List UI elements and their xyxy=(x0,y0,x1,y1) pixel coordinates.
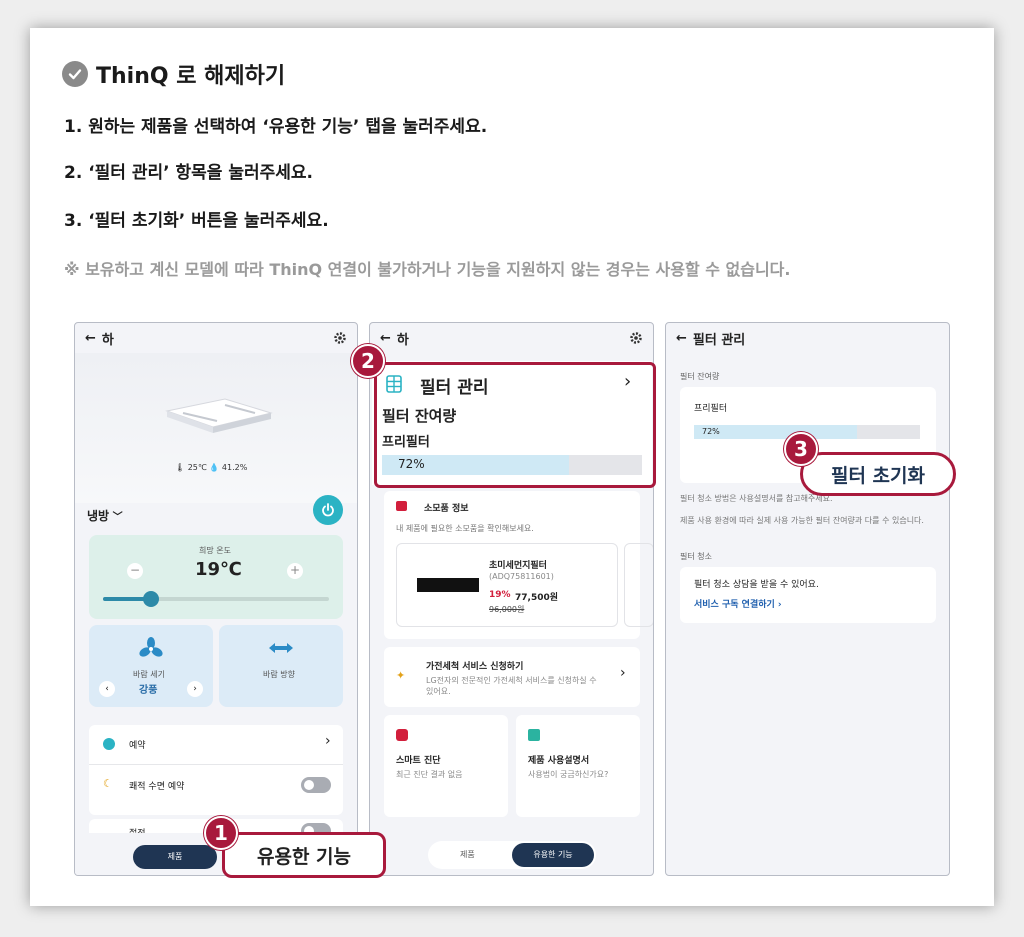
diagnosis-icon xyxy=(396,729,408,741)
moon-icon: ☾ xyxy=(103,777,113,790)
cleaning-service-card[interactable]: ✦ 가전세척 서비스 신청하기 LG전자의 전문적인 가전세척 서비스를 신청하… xyxy=(384,647,640,707)
smart-diagnosis-card[interactable]: 스마트 진단 최근 진단 결과 없음 xyxy=(384,715,508,817)
consumables-desc: 내 제품에 필요한 소모품을 확인해보세요. xyxy=(396,524,534,533)
decrease-button[interactable]: − xyxy=(127,563,143,579)
sleep-label: 쾌적 수면 예약 xyxy=(129,782,185,792)
step-1: 1. 원하는 제품을 선택하여 ‘유용한 기능’ 탭을 눌러주세요. xyxy=(64,117,488,137)
wind-strength-card[interactable]: 바람 세기 강풍 ‹ › xyxy=(89,625,213,707)
power-icon xyxy=(322,503,334,517)
next-product-item[interactable] xyxy=(624,543,653,627)
filter-percent: 72% xyxy=(702,427,720,436)
step-2: 2. ‘필터 관리’ 항목을 눌러주세요. xyxy=(64,163,314,183)
info-1: 필터 청소 방법은 사용설명서를 참고해주세요. xyxy=(680,494,833,503)
device-title: 하 xyxy=(101,332,114,348)
heading-title: ThinQ 로 해제하기 xyxy=(96,64,286,89)
sparkle-icon: ✦ xyxy=(396,669,406,682)
step-3: 3. ‘필터 초기화’ 버튼을 눌러주세요. xyxy=(64,211,329,231)
screen-filter-management: ← 필터 관리 필터 잔여량 프리필터 72% 필터 청소 방법은 사용설명서를… xyxy=(665,322,950,876)
settings-list: 예약 › ☾ 쾌적 수면 예약 xyxy=(89,725,343,815)
product-price: 77,500원 xyxy=(515,593,559,603)
reservation-row[interactable]: 예약 › xyxy=(89,725,343,765)
highlight-filter-management xyxy=(374,362,656,488)
manual-desc: 사용법이 궁금하신가요? xyxy=(528,770,609,779)
product-code: (ADQ75811601) xyxy=(489,572,554,581)
smart-desc: 최근 진단 결과 없음 xyxy=(396,770,463,779)
note: ※ 보유하고 계신 모델에 따라 ThinQ 연결이 불가하거나 기능을 지원하… xyxy=(64,260,791,279)
tab-useful-functions[interactable]: 유용한 기능 xyxy=(512,843,594,867)
info-2: 제품 사용 환경에 따라 실제 사용 가능한 필터 잔여량과 다를 수 있습니다… xyxy=(680,516,924,525)
gear-icon[interactable] xyxy=(629,331,643,345)
service-desc: LG전자의 전문적인 가전세척 서비스를 신청하실 수 있어요. xyxy=(426,676,597,696)
filter-product-image xyxy=(417,578,479,592)
prefilter-label: 프리필터 xyxy=(694,404,728,414)
manual-icon xyxy=(528,729,540,741)
product-original-price: 96,000원 xyxy=(489,605,525,614)
page-title: 필터 관리 xyxy=(692,332,746,348)
filter-clean-card: 필터 청소 상담을 받을 수 있어요. 서비스 구독 연결하기 › xyxy=(680,567,936,623)
badge-3: 3 xyxy=(784,432,818,466)
badge-2: 2 xyxy=(351,344,385,378)
chevron-down-icon: ﹀ xyxy=(109,512,123,523)
chevron-right-icon: › xyxy=(620,665,626,681)
check-circle-icon xyxy=(62,61,88,87)
badge-1: 1 xyxy=(204,816,238,850)
consumables-title: 소모품 정보 xyxy=(424,504,469,514)
chevron-right-icon[interactable]: › xyxy=(187,681,203,697)
clock-icon xyxy=(103,738,115,750)
manual-title: 제품 사용설명서 xyxy=(528,756,590,766)
shopping-bag-icon xyxy=(396,501,407,511)
sleep-toggle[interactable] xyxy=(301,777,331,793)
instruction-card: ThinQ 로 해제하기 1. 원하는 제품을 선택하여 ‘유용한 기능’ 탭을… xyxy=(30,28,994,906)
smart-title: 스마트 진단 xyxy=(396,756,441,766)
screen-main: ← 하 🌡 25℃ 💧 41.2% 냉방 ﹀ 희망 온도 − 19℃ + 바람 … xyxy=(74,322,358,876)
horizontal-arrows-icon xyxy=(269,643,293,653)
manual-card[interactable]: 제품 사용설명서 사용법이 궁금하신가요? xyxy=(516,715,640,817)
temperature-slider[interactable] xyxy=(103,591,329,607)
product-image xyxy=(75,353,357,503)
reservation-label: 예약 xyxy=(129,741,146,751)
clean-desc: 필터 청소 상담을 받을 수 있어요. xyxy=(694,580,819,590)
tab-product[interactable]: 제품 xyxy=(460,849,475,860)
service-title: 가전세척 서비스 신청하기 xyxy=(426,662,524,672)
clean-link[interactable]: 서비스 구독 연결하기 › xyxy=(694,597,782,610)
section-clean: 필터 청소 xyxy=(680,552,712,561)
increase-button[interactable]: + xyxy=(287,563,303,579)
wind-strength-value: 강풍 xyxy=(139,685,158,696)
heading: ThinQ 로 해제하기 xyxy=(62,58,285,90)
device-title: 하 xyxy=(396,332,409,348)
product-discount: 19% xyxy=(489,590,511,600)
product-name: 초미세먼지필터 xyxy=(489,561,547,571)
chevron-left-icon[interactable]: ‹ xyxy=(99,681,115,697)
environment-readout: 🌡 25℃ 💧 41.2% xyxy=(175,463,248,472)
wind-direction-label: 바람 방향 xyxy=(263,670,295,679)
mode-select[interactable]: 냉방 ﹀ xyxy=(87,507,123,524)
bottom-tab-bar: 제품 유용한 기능 xyxy=(428,841,596,869)
slider-handle[interactable] xyxy=(143,591,159,607)
back-arrow-icon[interactable]: ← xyxy=(380,331,391,346)
wind-direction-card[interactable]: 바람 방향 xyxy=(219,625,343,707)
temperature-label: 희망 온도 xyxy=(199,546,231,555)
back-arrow-icon[interactable]: ← xyxy=(676,331,687,346)
chevron-right-icon: › xyxy=(325,733,331,749)
back-arrow-icon[interactable]: ← xyxy=(85,331,96,346)
power-button[interactable] xyxy=(313,495,343,525)
filter-reset-callout[interactable]: 필터 초기화 xyxy=(800,452,956,496)
useful-functions-callout[interactable]: 유용한 기능 xyxy=(222,832,386,878)
fan-icon xyxy=(139,637,163,657)
temperature-value: 19℃ xyxy=(195,559,242,580)
tab-product[interactable]: 제품 xyxy=(133,845,217,869)
sleep-row: ☾ 쾌적 수면 예약 xyxy=(89,765,343,805)
product-item[interactable]: 초미세먼지필터 (ADQ75811601) 19% 77,500원 96,000… xyxy=(396,543,618,627)
temperature-card: 희망 온도 − 19℃ + xyxy=(89,535,343,619)
consumables-card: 소모품 정보 내 제품에 필요한 소모품을 확인해보세요. 초미세먼지필터 (A… xyxy=(384,491,653,639)
wind-strength-label: 바람 세기 xyxy=(133,670,165,679)
gear-icon[interactable] xyxy=(333,331,347,345)
section-remaining: 필터 잔여량 xyxy=(680,372,720,381)
